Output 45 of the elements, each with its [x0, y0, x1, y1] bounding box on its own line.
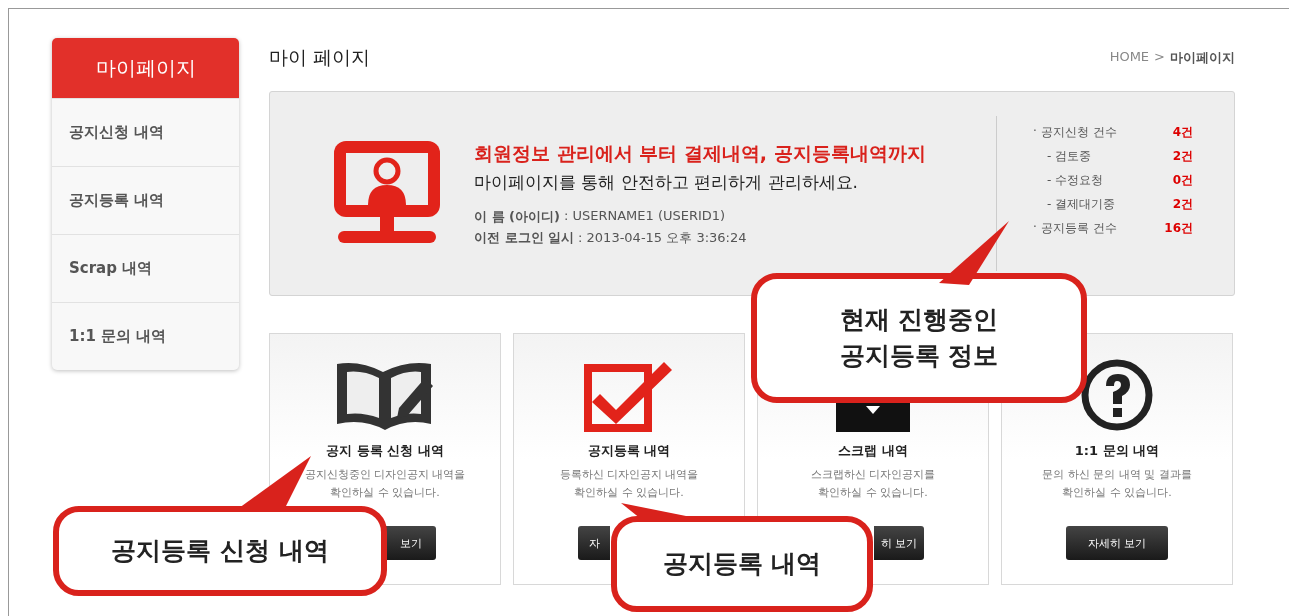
- details-button[interactable]: 히 보기: [874, 526, 924, 560]
- stat-label: 공지신청 건수: [1040, 124, 1117, 141]
- details-button[interactable]: 자세히 보기: [1066, 526, 1168, 560]
- stat-count: 2건: [1172, 196, 1193, 213]
- summary-headline: 회원정보 관리에서 부터 결제내역, 공지등록내역까지: [474, 140, 926, 166]
- sidebar-item[interactable]: 공지등록 내역: [52, 166, 239, 234]
- field-label: 이전 로그인 일시: [474, 228, 575, 247]
- card-title: 공지등록 내역: [587, 442, 671, 460]
- details-button[interactable]: 보기: [386, 526, 436, 560]
- card-title: 공지 등록 신청 내역: [326, 442, 444, 460]
- book-pencil-icon: [335, 360, 435, 432]
- callout-text: 공지등록 정보: [839, 340, 999, 372]
- stat-count: 16건: [1164, 220, 1193, 237]
- bullet-mark: ·: [1033, 220, 1037, 236]
- sidebar-item[interactable]: Scrap 내역: [52, 234, 239, 302]
- stat-count: 4건: [1172, 124, 1193, 141]
- stat-label: 공지등록 건수: [1040, 220, 1117, 237]
- page-title: 마이 페이지: [269, 45, 371, 70]
- details-button[interactable]: 자: [578, 526, 610, 560]
- stat-label: - 결제대기중: [1047, 196, 1116, 213]
- stat-count: 2건: [1172, 148, 1193, 165]
- sidebar-item[interactable]: 공지신청 내역: [52, 98, 239, 166]
- stat-count: 0건: [1172, 172, 1193, 189]
- question-icon: [1080, 358, 1154, 432]
- breadcrumb-current: 마이페이지: [1170, 49, 1235, 67]
- sidebar-item[interactable]: 1:1 문의 내역: [52, 302, 239, 370]
- stat-label: - 검토중: [1047, 148, 1092, 165]
- breadcrumb-home[interactable]: HOME: [1109, 49, 1150, 67]
- card-description: 공지신청중인 디자인공지 내역을 확인하실 수 있습니다.: [304, 467, 466, 501]
- field-value: : 2013-04-15 오후 3:36:24: [578, 228, 747, 247]
- bullet-mark: ·: [1033, 124, 1037, 140]
- card-title: 1:1 문의 내역: [1074, 442, 1160, 460]
- card-description: 스크랩하신 디자인공지를 확인하실 수 있습니다.: [810, 467, 936, 501]
- breadcrumb-separator: >: [1154, 49, 1165, 66]
- card-description: 등록하신 디자인공지 내역을 확인하실 수 있습니다.: [559, 467, 699, 501]
- field-label: 이 름 (아이디): [474, 207, 560, 226]
- card-description: 문의 하신 문의 내역 및 결과를 확인하실 수 있습니다.: [1042, 467, 1192, 501]
- callout-text: 공지등록 신청 내역: [111, 535, 329, 567]
- summary-subline: 마이페이지를 통해 안전하고 편리하게 관리하세요.: [474, 170, 860, 194]
- stat-label: - 수정요청: [1047, 172, 1104, 189]
- callout-text: 공지등록 내역: [662, 548, 822, 580]
- field-value: : USERNAME1 (USERID1): [563, 207, 726, 225]
- card-title: 스크랩 내역: [838, 442, 908, 460]
- sidebar-title: 마이페이지: [52, 38, 239, 98]
- callout-text: 현재 진행중인: [839, 304, 999, 336]
